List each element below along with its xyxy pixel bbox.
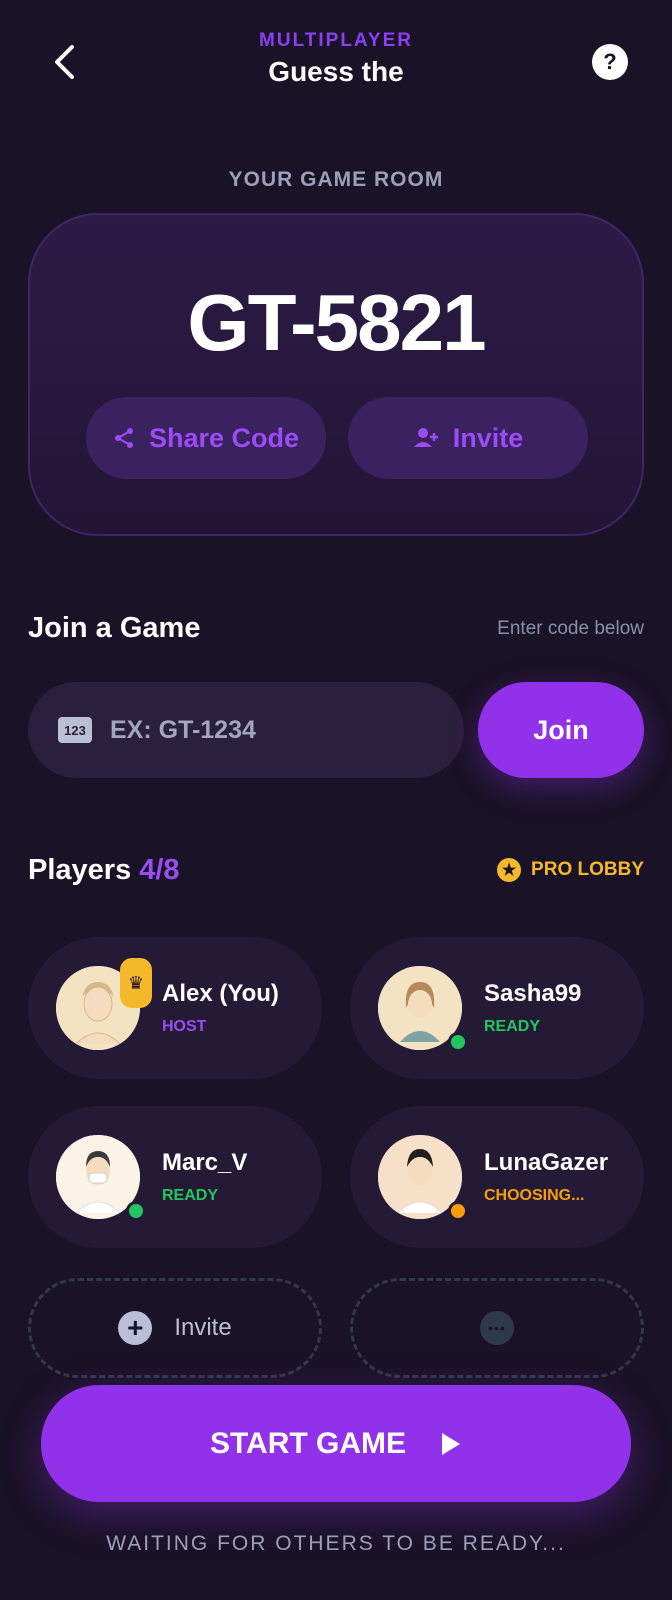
start-game-button[interactable]: START GAME [41, 1385, 631, 1502]
code-input-container: 123 [28, 682, 464, 778]
lobby-screen: MULTIPLAYER Guess the ? YOUR GAME ROOM G… [0, 0, 672, 1600]
player-name: Marc_V [162, 1149, 248, 1176]
players-count: 4/8 [139, 854, 180, 886]
player-status: CHOOSING... [484, 1187, 585, 1204]
invite-slot[interactable]: + Invite [28, 1278, 322, 1378]
choosing-status-dot [448, 1201, 468, 1221]
plus-icon: + [118, 1311, 153, 1345]
player-info: Alex (You) HOST [162, 980, 279, 1036]
player-card-host[interactable]: ♛ Alex (You) HOST [28, 937, 322, 1079]
player-name: LunaGazer [484, 1149, 609, 1176]
online-status-dot [448, 1032, 468, 1052]
player-info: Sasha99 READY [484, 980, 581, 1036]
header-subtitle: MULTIPLAYER [259, 30, 413, 51]
player-info: Marc_V READY [162, 1149, 247, 1205]
empty-slot: ••• [350, 1278, 644, 1378]
avatar: ♛ [56, 958, 152, 1050]
player-info: LunaGazer CHOOSING... [484, 1149, 608, 1205]
share-code-label: Share Code [148, 422, 300, 453]
play-icon [442, 1432, 461, 1455]
invite-label: Invite [452, 422, 524, 453]
player-name: Alex (You) [162, 980, 279, 1007]
avatar [378, 1135, 468, 1221]
pro-lobby-badge: ★ PRO LOBBY [497, 858, 644, 882]
more-dots-icon: ••• [480, 1311, 514, 1345]
header: MULTIPLAYER Guess the ? [0, 0, 672, 120]
start-game-label: START GAME [209, 1426, 407, 1460]
players-heading: Players 4/8 [28, 854, 180, 887]
waiting-status-text: WAITING FOR OTHERS TO BE READY... [106, 1532, 566, 1555]
help-icon: ? [603, 49, 617, 74]
room-label: YOUR GAME ROOM [228, 168, 444, 191]
avatar [378, 966, 468, 1052]
player-card[interactable]: Marc_V READY [28, 1106, 322, 1248]
page-title: Guess the [268, 56, 404, 87]
players-title: Players [28, 854, 132, 886]
help-button[interactable]: ? [592, 44, 628, 80]
invite-button[interactable]: Invite [348, 397, 588, 479]
player-card[interactable]: LunaGazer CHOOSING... [350, 1106, 644, 1248]
player-name: Sasha99 [484, 980, 582, 1007]
join-title: Join a Game [28, 612, 201, 644]
pro-lobby-label: PRO LOBBY [531, 859, 644, 880]
share-code-button[interactable]: Share Code [86, 397, 326, 479]
player-status: HOST [162, 1018, 207, 1035]
add-person-icon [413, 428, 438, 447]
star-icon: ★ [497, 858, 522, 882]
player-status: READY [162, 1187, 219, 1204]
room-code: GT-5821 [187, 278, 486, 367]
numeric-keypad-icon: 123 [58, 717, 92, 743]
player-card[interactable]: Sasha99 READY [350, 937, 644, 1079]
online-status-dot [126, 1201, 146, 1221]
join-button[interactable]: Join [478, 682, 644, 778]
room-card: GT-5821 Share Code Invite [28, 213, 644, 536]
avatar [56, 1135, 146, 1221]
join-hint: Enter code below [497, 618, 644, 639]
invite-slot-label: Invite [174, 1314, 232, 1341]
crown-icon: ♛ [120, 958, 152, 1008]
game-code-input[interactable] [110, 715, 430, 745]
share-icon [114, 428, 133, 448]
player-status: READY [484, 1018, 541, 1035]
